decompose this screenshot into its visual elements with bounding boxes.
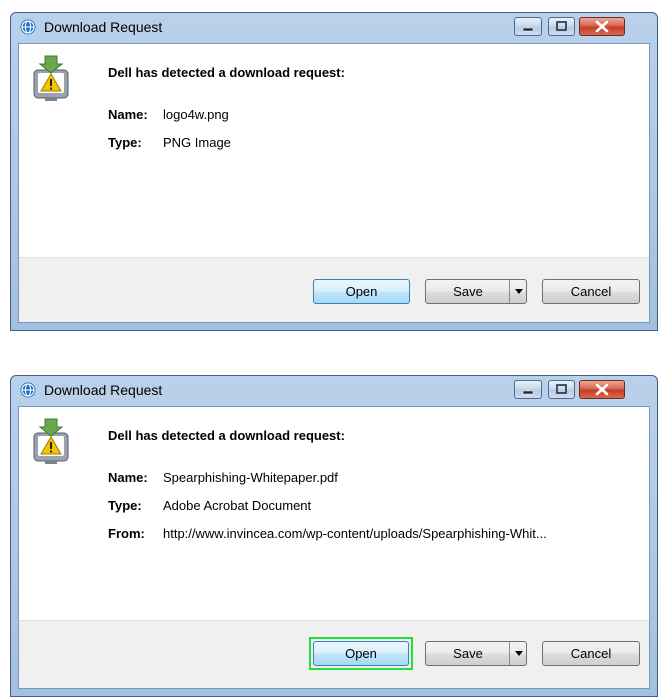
type-field: Type: PNG Image [108, 135, 231, 150]
download-warning-icon [33, 418, 69, 464]
save-split-button[interactable]: Save [425, 279, 527, 304]
name-field: Name: Spearphishing-Whitepaper.pdf [108, 470, 338, 485]
field-value: Adobe Acrobat Document [163, 498, 312, 513]
maximize-button[interactable] [548, 17, 575, 36]
open-button[interactable]: Open [313, 279, 410, 304]
dialog-body: Dell has detected a download request: Na… [18, 43, 650, 323]
chevron-down-icon [515, 651, 523, 656]
save-dropdown-arrow[interactable] [509, 642, 528, 665]
field-label: Name: [108, 470, 148, 485]
cancel-button[interactable]: Cancel [542, 641, 640, 666]
cancel-button[interactable]: Cancel [542, 279, 640, 304]
download-warning-icon [33, 55, 69, 101]
open-button[interactable]: Open [313, 641, 409, 666]
button-bar: Open Save Cancel [19, 257, 649, 322]
close-icon [595, 383, 609, 396]
save-split-button[interactable]: Save [425, 641, 527, 666]
title-bar[interactable]: Download Request [11, 376, 657, 406]
chevron-down-icon [515, 289, 523, 294]
close-icon [595, 20, 609, 33]
field-label: Type: [108, 135, 142, 150]
save-dropdown-arrow[interactable] [509, 280, 528, 303]
dialog-heading: Dell has detected a download request: [108, 65, 345, 80]
minimize-icon [522, 27, 534, 32]
minimize-button[interactable] [514, 380, 542, 399]
maximize-icon [556, 384, 567, 394]
maximize-button[interactable] [548, 380, 575, 399]
field-value: PNG Image [163, 135, 231, 150]
window-title: Download Request [44, 382, 163, 398]
field-label: Name: [108, 107, 148, 122]
globe-icon [20, 382, 36, 398]
maximize-icon [556, 21, 567, 31]
minimize-icon [522, 390, 534, 395]
button-bar: Open Save Cancel [19, 620, 649, 688]
globe-icon [20, 19, 36, 35]
type-field: Type: Adobe Acrobat Document [108, 498, 311, 513]
save-button-label: Save [453, 646, 483, 661]
field-value: http://www.invincea.com/wp-content/uploa… [163, 526, 547, 541]
close-button[interactable] [579, 17, 625, 36]
minimize-button[interactable] [514, 17, 542, 36]
download-request-dialog-1: Download Request Dell has detected a dow… [10, 12, 658, 331]
field-label: From: [108, 526, 145, 541]
field-label: Type: [108, 498, 142, 513]
window-title: Download Request [44, 19, 163, 35]
from-field: From: http://www.invincea.com/wp-content/… [108, 526, 547, 541]
field-value: logo4w.png [163, 107, 229, 122]
title-bar[interactable]: Download Request [11, 13, 657, 43]
download-request-dialog-2: Download Request Dell has detected a dow… [10, 375, 658, 697]
dialog-heading: Dell has detected a download request: [108, 428, 345, 443]
name-field: Name: logo4w.png [108, 107, 229, 122]
dialog-body: Dell has detected a download request: Na… [18, 406, 650, 689]
save-button-label: Save [453, 284, 483, 299]
field-value: Spearphishing-Whitepaper.pdf [163, 470, 338, 485]
close-button[interactable] [579, 380, 625, 399]
